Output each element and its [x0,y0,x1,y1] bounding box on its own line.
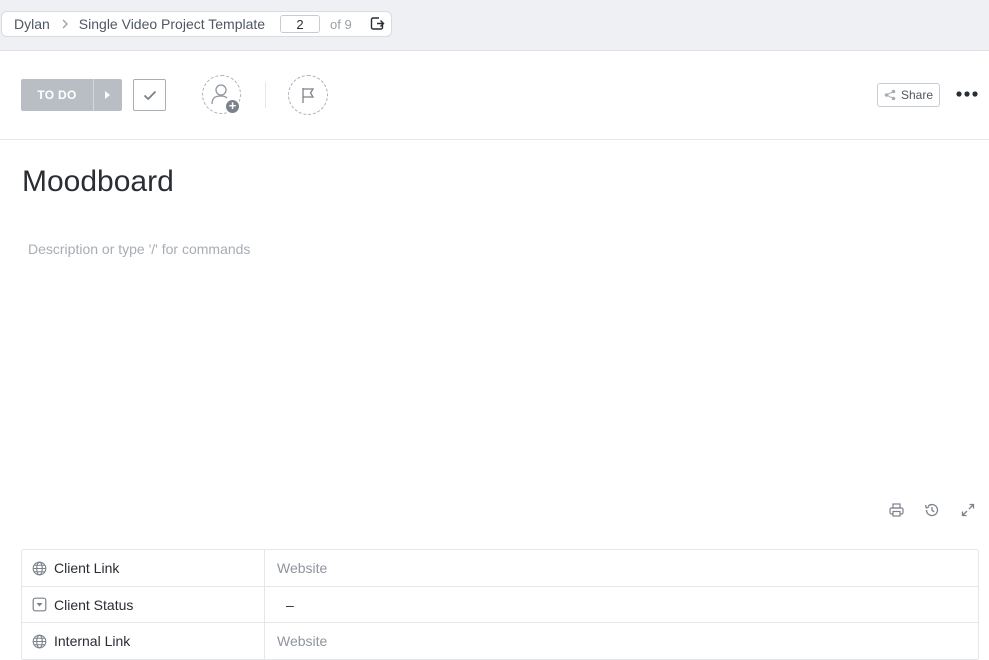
field-name-cell: Client Link [22,550,265,586]
field-row-client-status: Client Status – [22,587,978,623]
more-options-icon[interactable] [955,85,979,103]
share-icon [884,89,896,101]
field-name-cell: Client Status [22,587,265,622]
breadcrumb-list[interactable]: Single Video Project Template [79,16,265,32]
page-total: of 9 [330,17,352,32]
chevron-right-icon [62,19,68,29]
task-toolbar: TO DO + Share [0,51,989,140]
exit-icon[interactable] [370,16,385,34]
dropdown-field-icon [32,597,47,612]
status-label[interactable]: TO DO [21,79,94,111]
globe-icon [32,634,47,649]
top-bar: Dylan Single Video Project Template of 9 [0,0,989,51]
next-status-icon[interactable] [94,79,122,111]
field-label: Client Status [54,596,134,613]
breadcrumb-space[interactable]: Dylan [14,16,50,32]
history-icon[interactable] [922,500,942,520]
description-editor[interactable]: Description or type '/' for commands [28,241,958,257]
field-name-cell: Internal Link [22,623,265,659]
page-number-input[interactable] [280,15,320,33]
breadcrumb: Dylan Single Video Project Template of 9 [1,11,392,37]
expand-icon[interactable] [958,500,978,520]
field-value-dropdown[interactable]: – [265,587,978,622]
field-value-input[interactable]: Website [265,550,978,586]
description-tools [886,500,978,520]
assignee-button[interactable]: + [202,75,241,115]
complete-task-button[interactable] [133,79,166,111]
status-button[interactable]: TO DO [21,79,122,111]
add-icon: + [224,98,241,115]
globe-icon [32,561,47,576]
field-label: Client Link [54,560,120,576]
share-label: Share [900,88,934,102]
field-value-input[interactable]: Website [265,623,978,659]
flag-icon [302,87,315,103]
share-button[interactable]: Share [877,83,940,107]
priority-button[interactable] [288,75,328,115]
divider [265,82,266,108]
print-icon[interactable] [886,500,906,520]
field-row-client-link: Client Link Website [22,550,978,587]
custom-fields-table: Client Link Website Client Status – Inte… [21,549,979,660]
field-label: Internal Link [54,633,131,649]
field-row-internal-link: Internal Link Website [22,623,978,660]
checkmark-icon [143,90,156,100]
task-title[interactable]: Moodboard [22,165,174,199]
